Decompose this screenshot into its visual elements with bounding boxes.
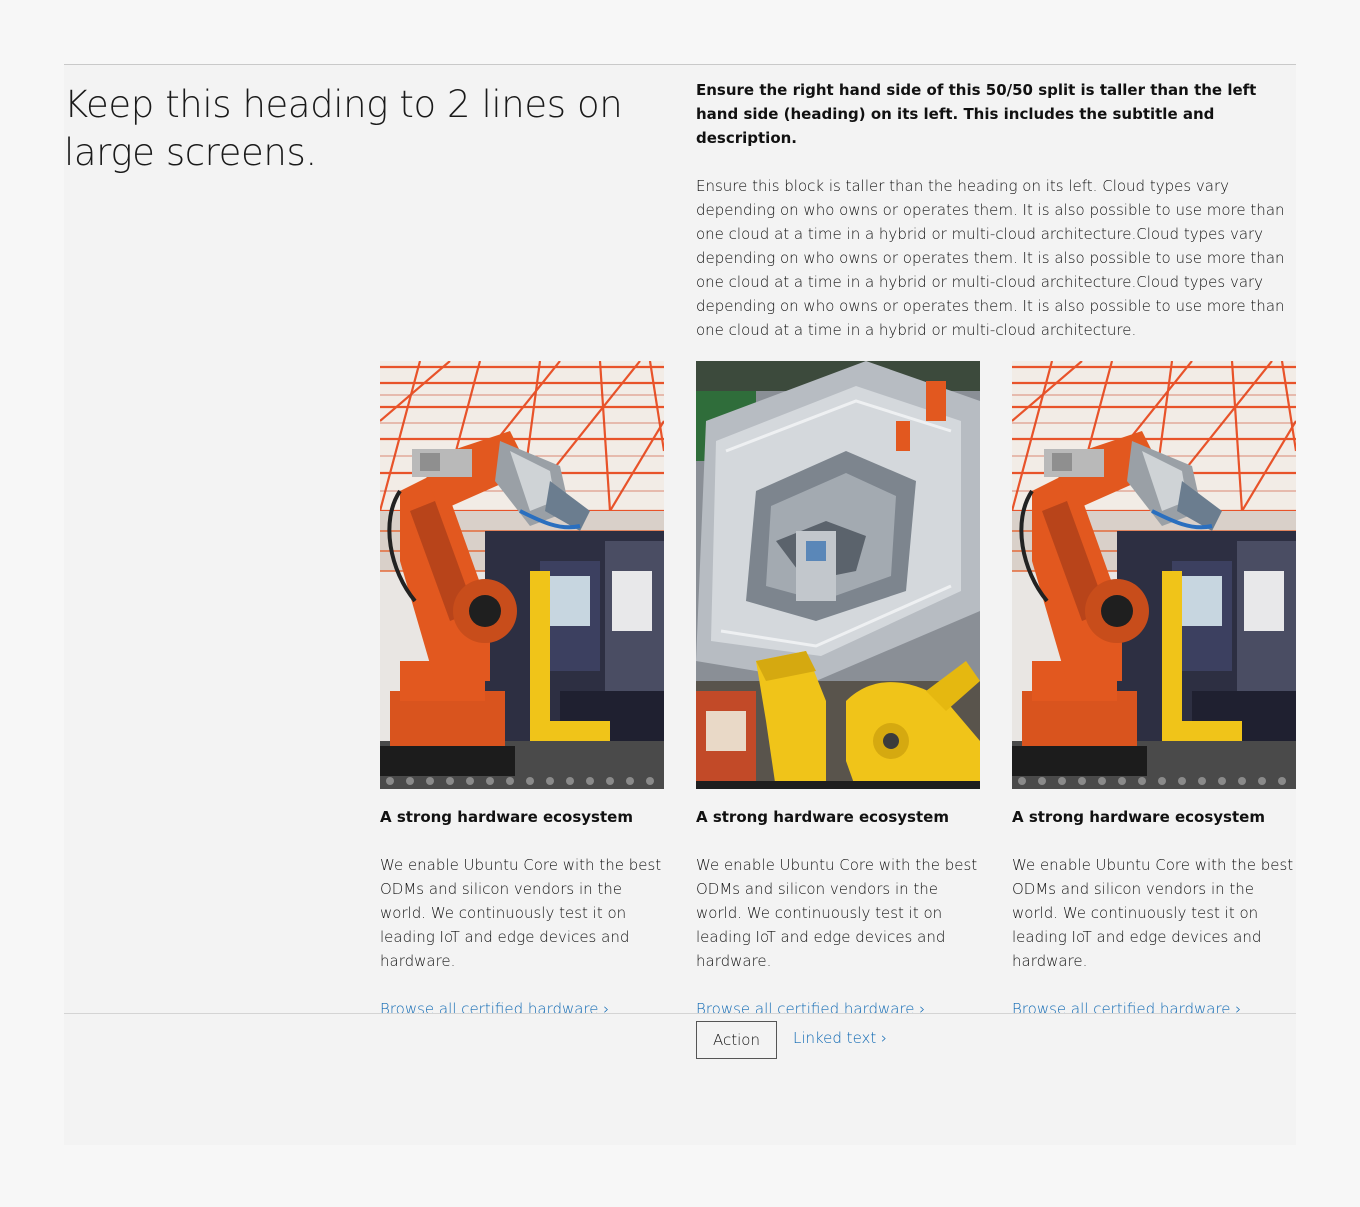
- card-1: A strong hardware ecosystem We enable Ub…: [380, 361, 664, 1021]
- card-2: A strong hardware ecosystem We enable Ub…: [696, 361, 980, 1021]
- linked-text-link[interactable]: Linked text ›: [793, 1029, 887, 1047]
- card-image-robot-arm: [380, 361, 664, 789]
- section-description: Ensure this block is taller than the hea…: [696, 177, 1285, 339]
- card-image-car-frame: [696, 361, 980, 789]
- intro-column: Ensure the right hand side of this 50/50…: [696, 78, 1296, 342]
- card-body: We enable Ubuntu Core with the best ODMs…: [696, 856, 978, 970]
- card-title: A strong hardware ecosystem: [1012, 808, 1265, 826]
- section-subtitle: Ensure the right hand side of this 50/50…: [696, 81, 1257, 147]
- card-image-robot-arm: [1012, 361, 1296, 789]
- card-body: We enable Ubuntu Core with the best ODMs…: [1012, 856, 1294, 970]
- card-title: A strong hardware ecosystem: [380, 808, 633, 826]
- card-3: A strong hardware ecosystem We enable Ub…: [1012, 361, 1296, 1021]
- card-body: We enable Ubuntu Core with the best ODMs…: [380, 856, 662, 970]
- browse-hardware-link[interactable]: Browse all certified hardware ›: [380, 997, 609, 1021]
- section-heading: Keep this heading to 2 lines on large sc…: [64, 83, 623, 174]
- action-button[interactable]: Action: [696, 1021, 777, 1059]
- browse-hardware-link[interactable]: Browse all certified hardware ›: [1012, 997, 1241, 1021]
- action-row: Action Linked text ›: [696, 1021, 887, 1059]
- content-section: Keep this heading to 2 lines on large sc…: [64, 64, 1296, 1145]
- divider: [64, 1013, 1296, 1014]
- card-title: A strong hardware ecosystem: [696, 808, 949, 826]
- browse-hardware-link[interactable]: Browse all certified hardware ›: [696, 997, 925, 1021]
